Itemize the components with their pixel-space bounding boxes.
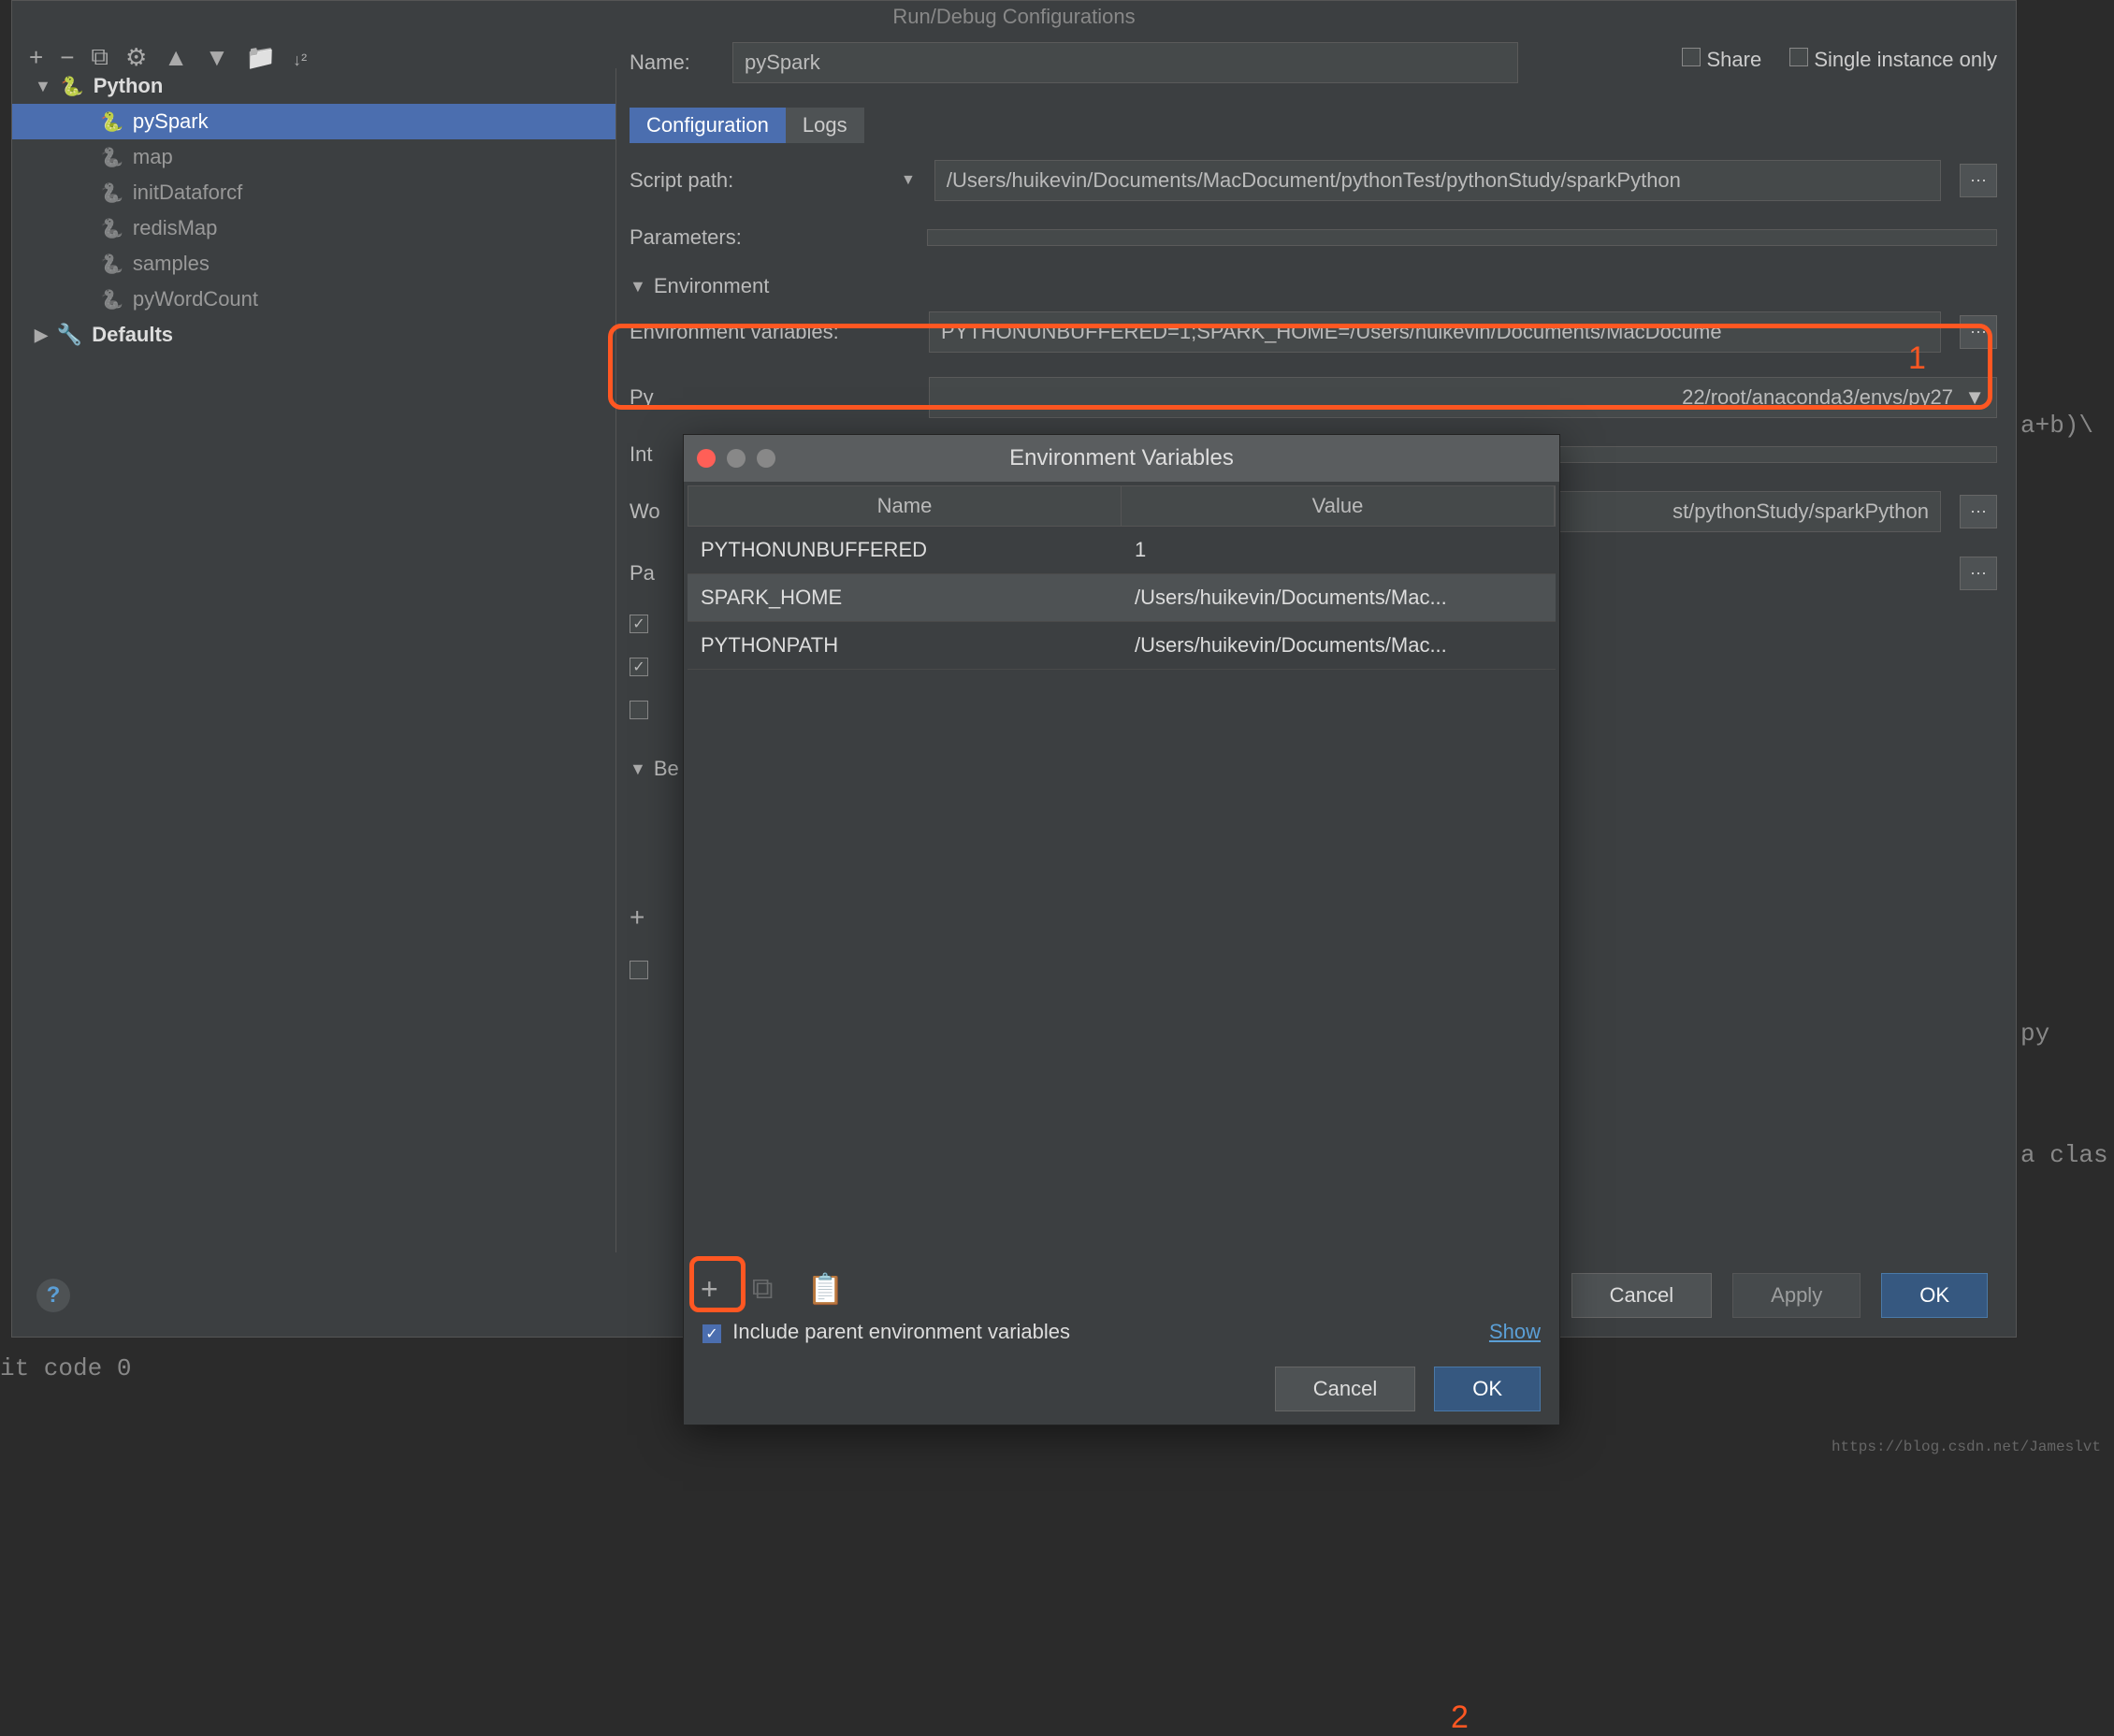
help-icon[interactable]: ? [36,1279,70,1312]
env-value-cell: 1 [1122,527,1556,573]
remove-icon[interactable]: − [60,43,74,72]
working-dir-browse-button[interactable]: ⋯ [1960,495,1997,528]
window-title: Run/Debug Configurations [12,1,2016,33]
config-tree: ▼ 🐍 Python 🐍pySpark 🐍map 🐍initDataforcf … [12,68,616,1252]
show-link[interactable]: Show [1489,1320,1541,1344]
down-icon[interactable]: ▼ [205,43,229,72]
annotation-number-1: 1 [1908,340,1926,377]
table-row[interactable]: SPARK_HOME /Users/huikevin/Documents/Mac… [688,574,1556,622]
ok-button[interactable]: OK [1881,1273,1988,1318]
folder-icon[interactable] [246,43,276,72]
python-interpreter-label: Py [630,385,910,410]
tree-item-samples[interactable]: 🐍samples [12,246,615,282]
watermark: https://blog.csdn.net/Jameslvt [1832,1439,2101,1455]
env-vars-input[interactable]: PYTHONUNBUFFERED=1;SPARK_HOME=/Users/hui… [929,311,1941,353]
environment-variables-dialog: Environment Variables Name Value PYTHONU… [683,434,1560,1425]
tree-item-initdataforcf[interactable]: 🐍initDataforcf [12,175,615,210]
cancel-button[interactable]: Cancel [1571,1273,1712,1318]
env-var-table: Name Value PYTHONUNBUFFERED 1 SPARK_HOME… [688,485,1556,670]
name-input[interactable]: pySpark [732,42,1518,83]
path-browse-button[interactable]: ⋯ [1960,557,1997,590]
env-vars-browse-button[interactable]: ⋯ [1960,315,1997,349]
dialog-cancel-button[interactable]: Cancel [1275,1367,1415,1411]
python-icon: 🐍 [100,146,123,169]
table-row[interactable]: PYTHONUNBUFFERED 1 [688,527,1556,574]
python-icon: 🐍 [100,288,123,311]
chevron-down-icon: ▼ [35,77,51,96]
environment-section-header[interactable]: ▼ Environment [630,274,1997,298]
dialog-title: Environment Variables [684,445,1559,471]
env-value-cell: /Users/huikevin/Documents/Mac... [1122,574,1556,621]
python-icon: 🐍 [100,181,123,205]
paste-icon[interactable]: 📋 [802,1266,850,1312]
env-vars-label: Environment variables: [630,320,910,344]
python-icon: 🐍 [100,110,123,134]
chevron-down-icon: ▼ [630,277,646,297]
sort-icon[interactable] [293,43,307,72]
python-interpreter-select[interactable]: 22/root/anaconda3/envs/py27 ▼ [929,377,1997,418]
add-icon[interactable]: + [29,43,43,72]
python-icon: 🐍 [61,75,84,98]
parameters-input[interactable] [927,229,1997,246]
annotation-number-2: 2 [1451,1700,1469,1736]
col-header-name[interactable]: Name [688,486,1122,526]
env-value-cell: /Users/huikevin/Documents/Mac... [1122,622,1556,669]
parameters-label: Parameters: [630,225,882,250]
script-path-browse-button[interactable]: ⋯ [1960,164,1997,197]
checkbox-2[interactable]: ✓ [630,658,648,676]
include-parent-checkbox[interactable]: ✓ Include parent environment variables [702,1320,1070,1344]
exit-code-text: it code 0 [0,1354,131,1382]
col-header-value[interactable]: Value [1122,486,1555,526]
checkbox-1[interactable]: ✓ [630,615,648,633]
env-name-cell: PYTHONUNBUFFERED [688,527,1122,573]
before-launch-add-icon[interactable]: + [630,903,644,933]
dialog-titlebar[interactable]: Environment Variables [684,435,1559,482]
python-icon: 🐍 [100,217,123,240]
wrench-icon: 🔧 [57,323,82,347]
checkbox-show[interactable] [630,961,648,979]
tab-configuration[interactable]: Configuration [630,108,786,143]
up-icon[interactable]: ▲ [164,43,188,72]
background-code-snippet: a+b)\ py a clas [2020,0,2114,1463]
tree-item-pywordcount[interactable]: 🐍pyWordCount [12,282,615,317]
tab-logs[interactable]: Logs [786,108,864,143]
chevron-down-icon[interactable]: ▼ [901,172,916,189]
script-path-label: Script path: [630,168,882,193]
tree-item-redismap[interactable]: 🐍redisMap [12,210,615,246]
tree-defaults-group[interactable]: ▶ 🔧 Defaults [12,317,615,353]
apply-button[interactable]: Apply [1732,1273,1861,1318]
table-row[interactable]: PYTHONPATH /Users/huikevin/Documents/Mac… [688,622,1556,670]
chevron-down-icon: ▼ [630,760,646,779]
tree-item-pyspark[interactable]: 🐍pySpark [12,104,615,139]
tree-python-group[interactable]: ▼ 🐍 Python [12,68,615,104]
gear-icon[interactable] [125,43,147,72]
env-name-cell: SPARK_HOME [688,574,1122,621]
annotation-box-2 [689,1256,746,1312]
name-label: Name: [630,51,714,75]
tree-item-map[interactable]: 🐍map [12,139,615,175]
python-icon: 🐍 [100,253,123,276]
dialog-toolbar: + ⧉ 📋 [695,1266,849,1312]
copy-icon[interactable]: ⧉ [746,1266,779,1312]
dialog-ok-button[interactable]: OK [1434,1367,1541,1411]
script-path-input[interactable]: /Users/huikevin/Documents/MacDocument/py… [934,160,1941,201]
checkbox-3[interactable] [630,701,648,719]
chevron-right-icon: ▶ [35,326,48,345]
env-name-cell: PYTHONPATH [688,622,1122,669]
